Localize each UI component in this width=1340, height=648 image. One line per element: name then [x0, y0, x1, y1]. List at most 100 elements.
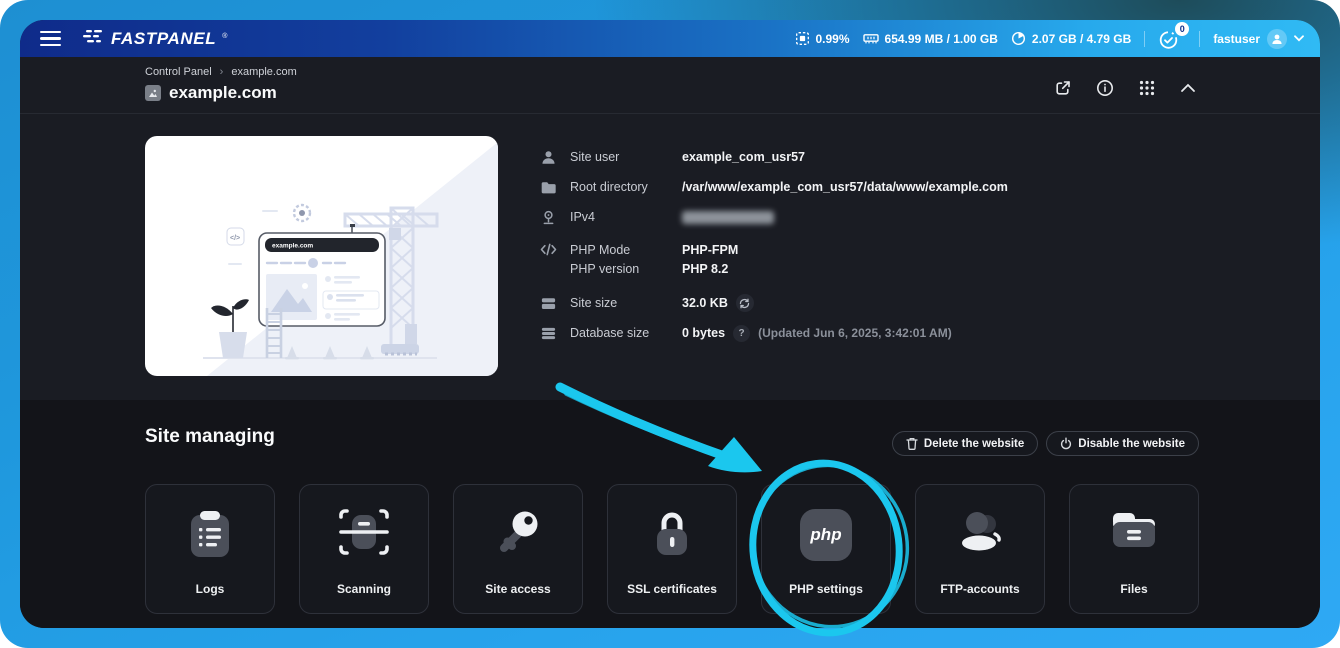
site-info-list: Site user example_com_usr57 Root directo…	[540, 142, 1008, 348]
apps-grid-icon[interactable]	[1138, 79, 1156, 97]
database-size-label: Database size	[570, 326, 682, 340]
site-size-label: Site size	[570, 296, 682, 310]
ipv4-row: IPv4	[540, 202, 1008, 232]
site-user-value: example_com_usr57	[682, 150, 805, 164]
window-icon	[540, 295, 560, 312]
trash-icon	[906, 437, 918, 450]
delete-website-label: Delete the website	[924, 438, 1024, 450]
php-version-label: PHP version	[570, 260, 682, 279]
site-size-row: Site size 32.0 KB	[540, 288, 1008, 318]
delete-website-button[interactable]: Delete the website	[892, 431, 1038, 456]
breadcrumb-separator-icon: ›	[220, 66, 224, 78]
site-size-value: 32.0 KB	[682, 296, 728, 310]
tasks-button[interactable]: 0	[1158, 27, 1186, 51]
page-header: Control Panel › example.com example.com	[20, 57, 1320, 114]
disk-stat: 2.07 GB / 4.79 GB	[1011, 31, 1131, 46]
card-ssl-certificates[interactable]: SSL certificates	[607, 484, 737, 614]
app-window: FASTPANEL ® 0.99%	[20, 20, 1320, 628]
plant-illustration	[211, 299, 249, 358]
tasks-badge: 0	[1175, 22, 1189, 36]
card-label-files: Files	[1070, 582, 1198, 596]
ram-icon	[863, 31, 879, 46]
site-preview-illustration: example.com	[145, 136, 498, 376]
refresh-icon[interactable]	[736, 294, 754, 312]
brand-name: FASTPANEL	[111, 29, 216, 49]
ipv4-redacted-value	[682, 211, 774, 224]
gear-illustration	[294, 205, 310, 221]
chevron-down-icon	[1294, 35, 1304, 42]
section-title: Site managing	[145, 426, 275, 448]
page-title: example.com	[169, 83, 277, 103]
breadcrumb: Control Panel › example.com	[145, 66, 297, 78]
ram-value: 654.99 MB / 1.00 GB	[885, 32, 998, 46]
card-label-scanning: Scanning	[300, 582, 428, 596]
site-user-label: Site user	[570, 150, 682, 164]
folder-icon	[540, 179, 560, 196]
user-icon	[540, 149, 560, 166]
cpu-value: 0.99%	[816, 32, 850, 46]
card-ftp-accounts[interactable]: FTP-accounts	[915, 484, 1045, 614]
power-icon	[1060, 437, 1072, 450]
registered-mark: ®	[222, 33, 227, 40]
open-site-icon[interactable]	[1054, 79, 1072, 97]
browser-mockup: example.com	[259, 233, 385, 326]
disable-website-button[interactable]: Disable the website	[1046, 431, 1199, 456]
logs-icon	[146, 509, 274, 559]
ipv4-label: IPv4	[570, 210, 682, 224]
updated-timestamp: (Updated Jun 6, 2025, 3:42:01 AM)	[758, 326, 952, 340]
card-label-ssl: SSL certificates	[608, 582, 736, 596]
divider	[1199, 31, 1200, 47]
breadcrumb-control-panel[interactable]: Control Panel	[145, 66, 212, 78]
card-label-php-settings: PHP settings	[762, 582, 890, 596]
cpu-stat: 0.99%	[795, 31, 850, 46]
user-menu[interactable]: fastuser	[1213, 29, 1304, 49]
key-icon	[454, 509, 582, 555]
illustration-url: example.com	[272, 243, 313, 250]
card-logs[interactable]: Logs	[145, 484, 275, 614]
card-label-site-access: Site access	[454, 582, 582, 596]
code-icon	[540, 241, 560, 258]
site-favicon-icon	[145, 85, 161, 101]
disk-value: 2.07 GB / 4.79 GB	[1032, 32, 1131, 46]
location-pin-icon	[540, 209, 560, 226]
svg-text:</>: </>	[230, 235, 240, 242]
avatar	[1267, 29, 1287, 49]
managing-cards: Logs Scanning	[145, 484, 1199, 614]
php-version-value: PHP 8.2	[682, 260, 738, 279]
php-mode-label: PHP Mode	[570, 241, 682, 260]
php-mode-row: PHP Mode PHP version PHP-FPM PHP 8.2	[540, 241, 1008, 279]
root-directory-row: Root directory /var/www/example_com_usr5…	[540, 172, 1008, 202]
disable-website-label: Disable the website	[1078, 438, 1185, 450]
database-size-value: 0 bytes	[682, 326, 725, 340]
top-navbar: FASTPANEL ® 0.99%	[20, 20, 1320, 57]
username: fastuser	[1213, 32, 1260, 46]
card-label-logs: Logs	[146, 582, 274, 596]
equalizer-icon	[83, 29, 105, 44]
card-label-ftp: FTP-accounts	[916, 582, 1044, 596]
php-icon: php	[800, 509, 852, 561]
cpu-icon	[795, 31, 810, 46]
database-icon	[540, 325, 560, 342]
root-directory-label: Root directory	[570, 180, 682, 194]
scanning-icon	[300, 509, 428, 555]
info-icon[interactable]	[1096, 79, 1114, 97]
php-mode-value: PHP-FPM	[682, 241, 738, 260]
ram-stat: 654.99 MB / 1.00 GB	[863, 31, 998, 46]
card-files[interactable]: Files	[1069, 484, 1199, 614]
ftp-accounts-icon	[916, 509, 1044, 555]
breadcrumb-site: example.com	[231, 66, 296, 78]
collapse-chevron-up-icon[interactable]	[1180, 83, 1196, 93]
card-site-access[interactable]: Site access	[453, 484, 583, 614]
database-size-row: Database size 0 bytes ? (Updated Jun 6, …	[540, 318, 1008, 348]
card-php-settings[interactable]: php PHP settings	[761, 484, 891, 614]
site-user-row: Site user example_com_usr57	[540, 142, 1008, 172]
brand-logo[interactable]: FASTPANEL ®	[83, 29, 227, 49]
site-overview-section: example.com	[20, 114, 1320, 401]
lock-icon	[608, 509, 736, 559]
help-icon[interactable]: ?	[733, 325, 750, 342]
card-scanning[interactable]: Scanning	[299, 484, 429, 614]
disk-icon	[1011, 31, 1026, 46]
menu-icon[interactable]	[36, 27, 65, 51]
site-managing-section: Site managing Delete the website Disable…	[20, 400, 1320, 628]
divider	[1144, 31, 1145, 47]
